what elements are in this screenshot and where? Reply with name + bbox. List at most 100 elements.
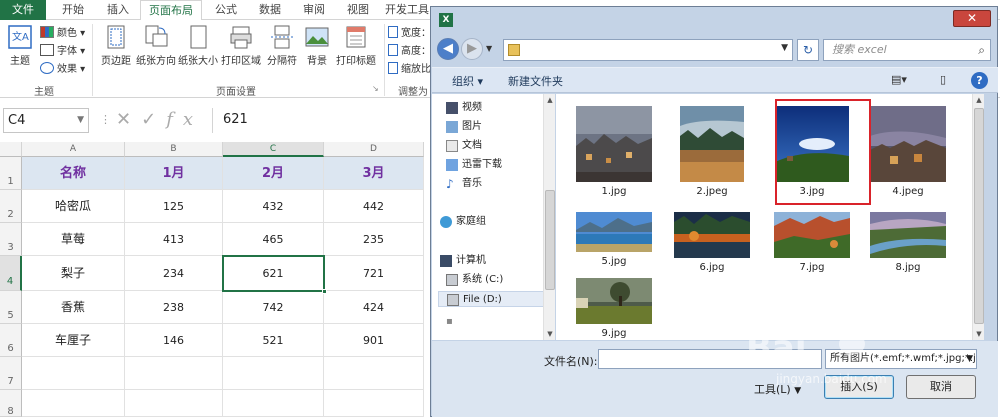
scroll-thumb[interactable] (974, 108, 984, 324)
table-cell[interactable]: 235 (324, 223, 424, 256)
table-cell[interactable]: 465 (223, 223, 324, 256)
column-header-d[interactable]: D (324, 142, 424, 157)
breaks-button[interactable]: 分隔符 (264, 24, 300, 67)
table-cell[interactable]: 413 (125, 223, 223, 256)
column-header-b[interactable]: B (125, 142, 223, 157)
nav-item-pictures[interactable]: 图片 (446, 119, 482, 135)
select-all-corner[interactable] (0, 142, 22, 157)
table-cell[interactable]: 香蕉 (22, 291, 125, 324)
search-input[interactable]: 搜索 excel ⌕ (823, 39, 991, 61)
preview-pane-icon[interactable]: ▯ (934, 72, 952, 88)
nav-item-drive-d[interactable]: File (D:) (438, 291, 552, 307)
empty-cell[interactable] (125, 390, 223, 417)
table-cell[interactable]: 146 (125, 324, 223, 357)
header-cell-feb[interactable]: 2月 (223, 157, 324, 190)
scroll-down-icon[interactable]: ▼ (544, 330, 556, 338)
refresh-icon[interactable]: ↻ (797, 39, 819, 61)
empty-cell[interactable] (22, 357, 125, 390)
row-header-1[interactable]: 1 (0, 157, 22, 190)
row-header-5[interactable]: 5 (0, 291, 22, 324)
nav-item-computer[interactable]: 计算机 (440, 253, 486, 269)
row-header-7[interactable]: 7 (0, 357, 22, 390)
table-cell[interactable]: 432 (223, 190, 324, 223)
row-header-3[interactable]: 3 (0, 223, 22, 256)
tab-insert[interactable]: 插入 (98, 0, 138, 20)
table-cell[interactable]: 901 (324, 324, 424, 357)
fx-icon[interactable]: fx (166, 109, 203, 130)
table-cell[interactable]: 125 (125, 190, 223, 223)
header-cell-mar[interactable]: 3月 (324, 157, 424, 190)
print-titles-button[interactable]: 打印标题 (334, 24, 378, 67)
size-button[interactable]: 纸张大小 (178, 24, 218, 67)
scale-ratio[interactable]: 缩放比 (388, 62, 431, 78)
new-folder-button[interactable]: 新建文件夹 (508, 73, 563, 89)
tab-page-layout[interactable]: 页面布局 (140, 0, 202, 21)
file-item[interactable]: 6.jpg (666, 212, 758, 273)
chevron-down-icon[interactable]: ▼ (77, 109, 84, 132)
row-header-2[interactable]: 2 (0, 190, 22, 223)
file-item[interactable]: 9.jpg (568, 278, 660, 339)
scale-width[interactable]: 宽度： (388, 26, 431, 42)
recent-pages-dropdown[interactable]: ▼ (486, 44, 492, 53)
back-icon[interactable]: ◀ (437, 38, 459, 60)
file-item[interactable]: 4.jpeg (862, 106, 954, 197)
close-button[interactable]: ✕ (953, 10, 991, 27)
effects-dropdown[interactable]: 效果 ▾ (40, 62, 85, 78)
row-header-8[interactable]: 8 (0, 390, 22, 417)
nav-item-music[interactable]: ♪ 音乐 (446, 176, 482, 192)
table-cell[interactable]: 234 (125, 256, 223, 291)
cancel-x-icon[interactable]: ✕ (116, 109, 141, 130)
fill-handle[interactable] (322, 289, 327, 294)
view-options-icon[interactable]: ▤▾ (890, 72, 908, 88)
empty-cell[interactable] (223, 390, 324, 417)
empty-cell[interactable] (324, 390, 424, 417)
empty-cell[interactable] (22, 390, 125, 417)
table-cell[interactable]: 车厘子 (22, 324, 125, 357)
table-cell[interactable]: 238 (125, 291, 223, 324)
background-button[interactable]: 背景 (302, 24, 332, 67)
file-item[interactable]: 7.jpg (766, 212, 858, 273)
address-bar[interactable]: ▼ (503, 39, 793, 61)
row-header-4[interactable]: 4 (0, 256, 22, 291)
row-header-6[interactable]: 6 (0, 324, 22, 357)
column-header-a[interactable]: A (22, 142, 125, 157)
scroll-thumb[interactable] (545, 190, 555, 290)
nav-item-videos[interactable]: 视频 (446, 100, 482, 116)
empty-cell[interactable] (223, 357, 324, 390)
table-cell[interactable]: 梨子 (22, 256, 125, 291)
table-cell[interactable]: 742 (223, 291, 324, 324)
table-cell[interactable]: 721 (324, 256, 424, 291)
nav-item-documents[interactable]: 文档 (446, 138, 482, 154)
tab-data[interactable]: 数据 (250, 0, 290, 20)
nav-item-thunder-downloads[interactable]: 迅雷下载 (446, 157, 502, 173)
margins-button[interactable]: 页边距 (98, 24, 134, 67)
file-item[interactable]: 5.jpg (568, 212, 660, 267)
table-cell[interactable]: 424 (324, 291, 424, 324)
empty-cell[interactable] (125, 357, 223, 390)
orientation-button[interactable]: 纸张方向 (136, 24, 176, 67)
file-item[interactable]: 8.jpg (862, 212, 954, 273)
table-cell[interactable]: 草莓 (22, 223, 125, 256)
header-cell-jan[interactable]: 1月 (125, 157, 223, 190)
scroll-up-icon[interactable]: ▲ (544, 96, 556, 104)
nav-scrollbar[interactable]: ▲ ▼ (543, 94, 555, 340)
tab-formulas[interactable]: 公式 (206, 0, 246, 20)
scale-height[interactable]: 高度： (388, 44, 431, 60)
tab-home[interactable]: 开始 (52, 0, 94, 20)
nav-item-drive-c[interactable]: 系统 (C:) (446, 272, 503, 288)
check-icon[interactable]: ✓ (141, 109, 166, 130)
tab-view[interactable]: 视图 (338, 0, 378, 20)
scroll-up-icon[interactable]: ▲ (973, 96, 985, 104)
print-area-button[interactable]: 打印区域 (220, 24, 262, 67)
chevron-down-icon[interactable]: ▼ (781, 43, 788, 53)
colors-dropdown[interactable]: 颜色 ▾ (40, 26, 85, 42)
organize-menu[interactable]: 组织 ▾ (452, 73, 483, 89)
dialog-launcher-icon[interactable]: ↘ (372, 84, 379, 93)
name-box[interactable]: C4 ▼ (3, 108, 89, 133)
forward-icon[interactable]: ▶ (461, 38, 483, 60)
tab-file[interactable]: 文件 (0, 0, 46, 20)
help-icon[interactable]: ? (971, 72, 988, 89)
nav-item-homegroup[interactable]: 家庭组 (440, 214, 486, 230)
file-item[interactable]: 1.jpg (568, 106, 660, 197)
file-item[interactable]: 2.jpeg (666, 106, 758, 197)
